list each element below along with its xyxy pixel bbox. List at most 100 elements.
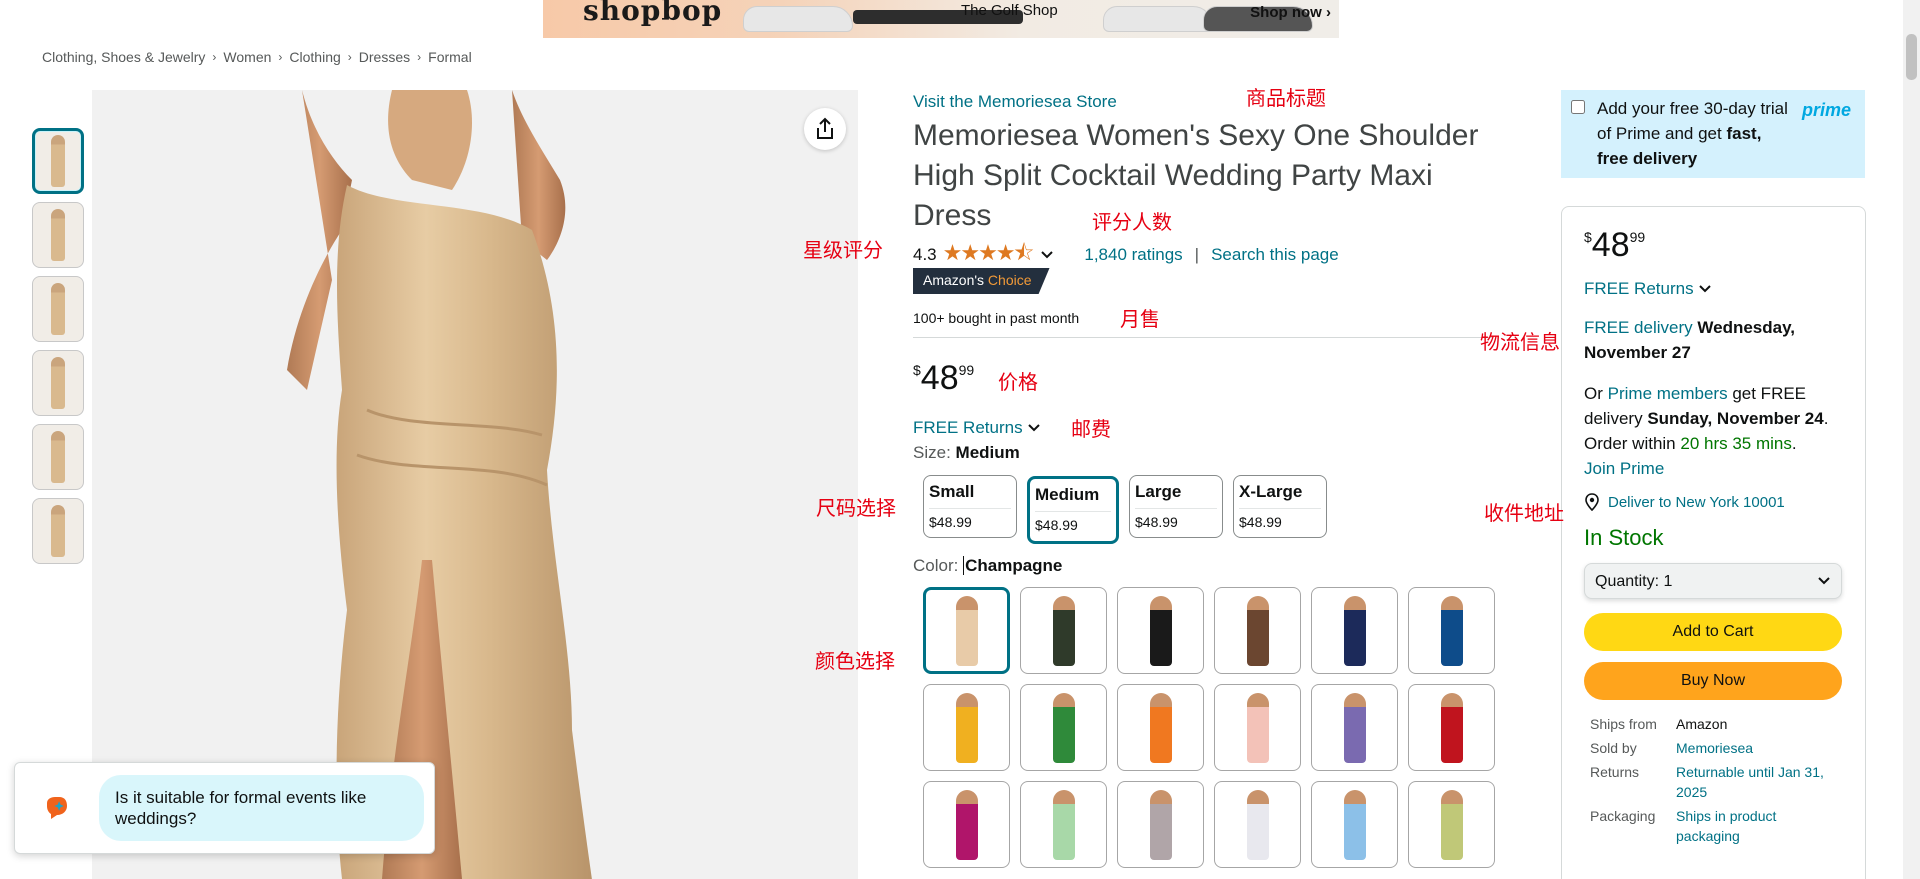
banner-shop-now[interactable]: Shop now ›	[1250, 4, 1331, 21]
info-value: Amazon	[1676, 716, 1728, 732]
seller-link[interactable]: Memoriesea	[1676, 738, 1836, 758]
chevron-right-icon: ›	[417, 50, 422, 64]
thumbnail[interactable]	[32, 202, 84, 268]
quantity-label: Quantity:	[1595, 573, 1660, 590]
prime-trial-text: Add your free 30-day trial of Prime and …	[1597, 96, 1797, 171]
color-swatch[interactable]	[1117, 587, 1204, 674]
amazons-choice-badge[interactable]: Amazon's Choice	[913, 268, 1050, 294]
size-price: $48.99	[1035, 517, 1078, 533]
color-swatch[interactable]	[1311, 684, 1398, 771]
packaging-link[interactable]: Ships in product packaging	[1676, 806, 1836, 846]
color-swatch[interactable]	[1020, 684, 1107, 771]
info-key: Returns	[1590, 764, 1640, 780]
size-label-text: Size:	[913, 443, 951, 462]
size-price: $48.99	[929, 514, 972, 530]
dress-swatch-image	[1246, 789, 1269, 860]
breadcrumb: Clothing, Shoes & Jewelry › Women › Clothi…	[42, 49, 472, 65]
color-swatch[interactable]	[1214, 781, 1301, 868]
color-label: Color: Champagne	[913, 556, 1063, 576]
rufus-chat-widget[interactable]: Is it suitable for formal events like we…	[14, 762, 435, 854]
annotation-title: 商品标题	[1246, 86, 1326, 110]
color-selector	[923, 587, 1495, 868]
seller-info: Ships from Amazon Sold by Memoriesea Retur…	[1584, 714, 1843, 846]
breadcrumb-item[interactable]: Clothing, Shoes & Jewelry	[42, 49, 205, 65]
search-page-link[interactable]: Search this page	[1211, 245, 1339, 265]
quantity-select[interactable]: Quantity: 1	[1584, 563, 1842, 599]
size-name: X-Large	[1239, 482, 1321, 509]
deliver-to-text: Deliver to New York 10001	[1608, 493, 1785, 511]
annotation-color-select: 颜色选择	[815, 649, 895, 673]
prime-members-link[interactable]: Prime members	[1608, 384, 1728, 403]
prime-logo: prime	[1801, 100, 1851, 120]
color-swatch[interactable]	[1408, 587, 1495, 674]
breadcrumb-item[interactable]: Clothing	[289, 49, 340, 65]
chevron-down-icon[interactable]	[1040, 250, 1054, 260]
price-fraction: 99	[958, 362, 975, 378]
or-text: Or	[1584, 384, 1603, 403]
thumbnail-list	[32, 128, 86, 572]
color-selected: Champagne	[963, 556, 1063, 575]
share-button[interactable]	[804, 108, 846, 150]
dress-swatch-image	[1149, 789, 1172, 860]
dress-swatch-image	[955, 595, 978, 666]
breadcrumb-item[interactable]: Formal	[428, 49, 472, 65]
color-swatch[interactable]	[1020, 781, 1107, 868]
color-swatch[interactable]	[1408, 684, 1495, 771]
chevron-right-icon: ›	[212, 50, 217, 64]
divider	[913, 337, 1493, 338]
color-swatch[interactable]	[1117, 781, 1204, 868]
color-swatch[interactable]	[923, 587, 1010, 674]
color-swatch[interactable]	[1311, 587, 1398, 674]
buybox-free-returns[interactable]: FREE Returns	[1584, 279, 1843, 299]
annotation-shipping: 邮费	[1071, 417, 1111, 441]
assistant-icon	[47, 797, 67, 819]
suggested-question[interactable]: Is it suitable for formal events like we…	[99, 775, 424, 841]
info-key: Sold by	[1590, 740, 1637, 756]
annotation-reviews-count: 评分人数	[1092, 210, 1172, 234]
thumbnail[interactable]	[32, 350, 84, 416]
prime-trial-box: Add your free 30-day trial of Prime and …	[1561, 90, 1865, 178]
color-swatch[interactable]	[1214, 684, 1301, 771]
add-to-cart-button[interactable]: Add to Cart	[1584, 613, 1842, 651]
thumbnail[interactable]	[32, 276, 84, 342]
color-swatch[interactable]	[923, 781, 1010, 868]
thumbnail[interactable]	[32, 498, 84, 564]
ad-banner[interactable]: shopbop The Golf Shop Shop now ›	[543, 0, 1339, 38]
dress-swatch-image	[1440, 789, 1463, 860]
size-option-x-large[interactable]: X-Large $48.99	[1233, 475, 1327, 538]
store-link[interactable]: Visit the Memoriesea Store	[913, 92, 1117, 112]
thumbnail[interactable]	[32, 424, 84, 490]
color-swatch[interactable]	[1020, 587, 1107, 674]
color-swatch[interactable]	[1311, 781, 1398, 868]
color-label-text: Color:	[913, 556, 959, 575]
delivery-info: FREE delivery Wednesday, November 27	[1584, 315, 1843, 365]
ratings-count-link[interactable]: 1,840 ratings	[1084, 245, 1182, 265]
price-fraction: 99	[1629, 229, 1646, 245]
scrollbar-thumb[interactable]	[1906, 34, 1917, 80]
breadcrumb-item[interactable]: Women	[223, 49, 271, 65]
size-option-small[interactable]: Small $48.99	[923, 475, 1017, 538]
deliver-to-link[interactable]: Deliver to New York 10001	[1584, 493, 1843, 511]
color-swatch[interactable]	[1214, 587, 1301, 674]
buy-now-button[interactable]: Buy Now	[1584, 662, 1842, 700]
main-product-image[interactable]	[92, 90, 858, 879]
size-price: $48.99	[1239, 514, 1282, 530]
dress-swatch-image	[955, 789, 978, 860]
size-option-medium[interactable]: Medium $48.99	[1027, 476, 1119, 544]
free-returns-link[interactable]: FREE Returns	[913, 418, 1041, 438]
product-title: Memoriesea Women's Sexy One Shoulder Hig…	[913, 119, 1479, 232]
color-swatch[interactable]	[923, 684, 1010, 771]
prime-trial-checkbox[interactable]	[1571, 100, 1585, 114]
annotation-monthly-sales: 月售	[1120, 307, 1160, 331]
chevron-right-icon: ›	[278, 50, 283, 64]
size-option-large[interactable]: Large $48.99	[1129, 475, 1223, 538]
free-delivery-link[interactable]: FREE delivery	[1584, 318, 1693, 337]
color-swatch[interactable]	[1117, 684, 1204, 771]
thumbnail[interactable]	[32, 128, 84, 194]
returns-policy-link[interactable]: Returnable until Jan 31, 2025	[1676, 762, 1836, 802]
color-swatch[interactable]	[1408, 781, 1495, 868]
join-prime-link[interactable]: Join Prime	[1584, 459, 1664, 478]
page-scrollbar[interactable]	[1903, 0, 1920, 879]
price: $ 48 99	[913, 358, 974, 398]
breadcrumb-item[interactable]: Dresses	[359, 49, 410, 65]
